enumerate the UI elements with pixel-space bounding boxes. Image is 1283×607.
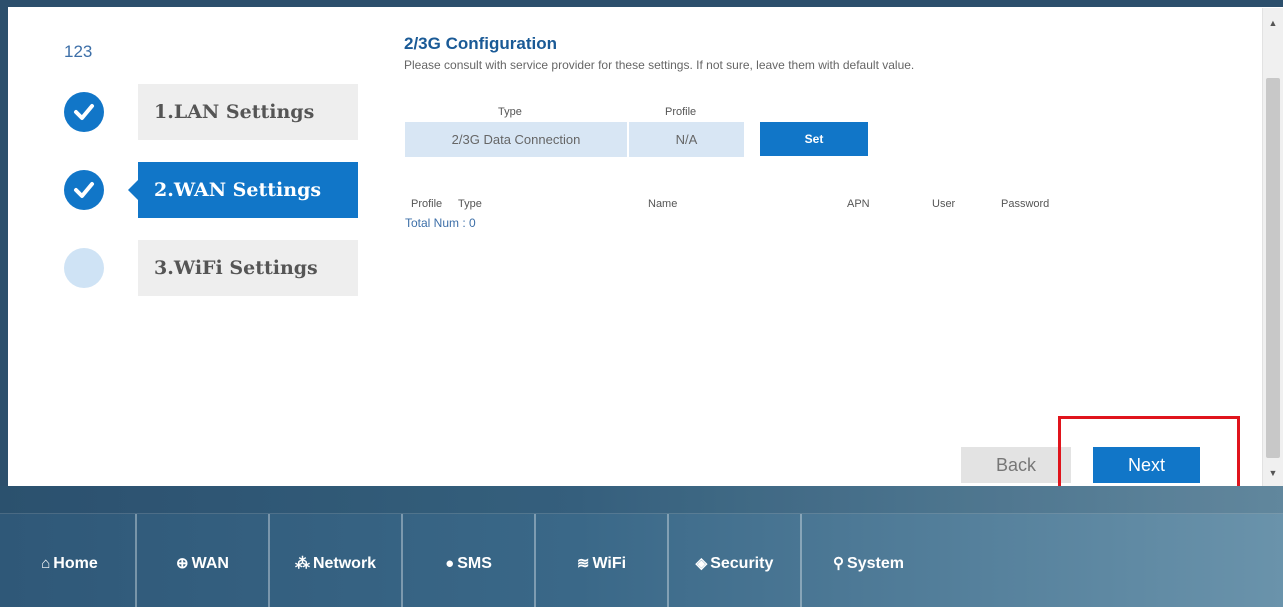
nav-label: WAN <box>191 555 229 572</box>
back-button[interactable]: Back <box>961 447 1071 483</box>
home-icon: ⌂ <box>41 555 51 572</box>
nav-wan[interactable]: ⊕ WAN <box>137 514 270 607</box>
network-icon: ⁂ <box>294 555 310 572</box>
scroll-up-icon[interactable]: ▲ <box>1263 14 1283 32</box>
type-header: Type <box>498 106 522 118</box>
scroll-down-icon[interactable]: ▼ <box>1263 464 1283 482</box>
wifi-icon: ≋ <box>576 555 590 572</box>
nav-home[interactable]: ⌂ Home <box>4 514 137 607</box>
nav-label: Security <box>710 555 774 572</box>
column-header-name: Name <box>648 198 678 210</box>
wizard-step-lan[interactable]: 1.LAN Settings <box>62 84 362 140</box>
column-header-user: User <box>932 198 956 210</box>
nav-security[interactable]: ◈ Security <box>669 514 802 607</box>
nav-label: Network <box>312 555 377 572</box>
connection-type-value: 2/3G Data Connection <box>405 122 627 157</box>
total-count: Total Num : 0 <box>405 216 476 230</box>
step-label: 2.WAN Settings <box>128 162 358 218</box>
page-description: Please consult with service provider for… <box>404 58 915 72</box>
globe-icon: ⊕ <box>176 555 189 572</box>
step-label: 1.LAN Settings <box>138 84 358 140</box>
column-header-apn: APN <box>847 198 870 210</box>
nav-label: System <box>847 555 904 572</box>
nav-label: SMS <box>457 555 492 572</box>
next-highlight-box <box>1058 416 1240 495</box>
page-title: 2/3G Configuration <box>404 34 557 53</box>
wizard-step-wan[interactable]: 2.WAN Settings <box>62 162 362 218</box>
profile-value: N/A <box>629 122 744 157</box>
step-pending-icon <box>64 248 104 288</box>
column-header-type: Type <box>458 198 482 210</box>
window-top-border <box>0 0 1283 7</box>
nav-label: WiFi <box>592 555 627 572</box>
step-label: 3.WiFi Settings <box>138 240 358 296</box>
nav-system[interactable]: ⚲ System <box>802 514 935 607</box>
shield-icon: ◈ <box>695 555 708 572</box>
sms-icon: ● <box>445 555 455 572</box>
key-icon: ⚲ <box>833 555 845 572</box>
nav-network[interactable]: ⁂ Network <box>270 514 403 607</box>
column-header-password: Password <box>1001 198 1050 210</box>
nav-top-strip <box>0 486 1283 514</box>
step-complete-icon <box>64 92 104 132</box>
vertical-scrollbar[interactable]: ▲ ▼ <box>1262 8 1283 486</box>
step-counter: 123 <box>64 42 93 61</box>
nav-label: Home <box>53 555 98 572</box>
nav-wifi[interactable]: ≋ WiFi <box>536 514 669 607</box>
profile-header: Profile <box>665 106 697 118</box>
window-left-border <box>0 0 8 490</box>
bottom-nav: ⌂ Home ⊕ WAN ⁂ Network ● SMS ≋ WiFi ◈ Security… <box>0 486 1283 607</box>
column-header-profile: Profile <box>411 198 443 210</box>
set-button[interactable]: Set <box>760 122 868 156</box>
step-complete-icon <box>64 170 104 210</box>
wizard-step-wifi[interactable]: 3.WiFi Settings <box>62 240 362 296</box>
nav-sms[interactable]: ● SMS <box>403 514 536 607</box>
scroll-thumb[interactable] <box>1266 78 1280 458</box>
